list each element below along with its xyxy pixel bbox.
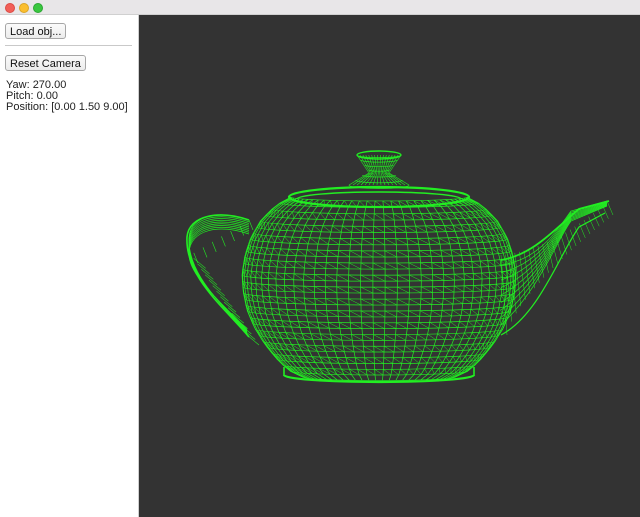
maximize-window-button[interactable] [33,3,43,13]
panel-separator [5,45,132,46]
minimize-window-button[interactable] [19,3,29,13]
title-bar [0,0,640,15]
position-readout: Position: [0.00 1.50 9.00] [6,101,128,113]
control-panel: Load obj... Reset Camera Yaw: 270.00 Pit… [0,15,139,517]
load-obj-button[interactable]: Load obj... [5,23,67,39]
teapot-wireframe [186,150,614,384]
3d-viewport[interactable] [139,15,640,517]
reset-camera-button[interactable]: Reset Camera [5,55,86,71]
close-window-button[interactable] [5,3,15,13]
